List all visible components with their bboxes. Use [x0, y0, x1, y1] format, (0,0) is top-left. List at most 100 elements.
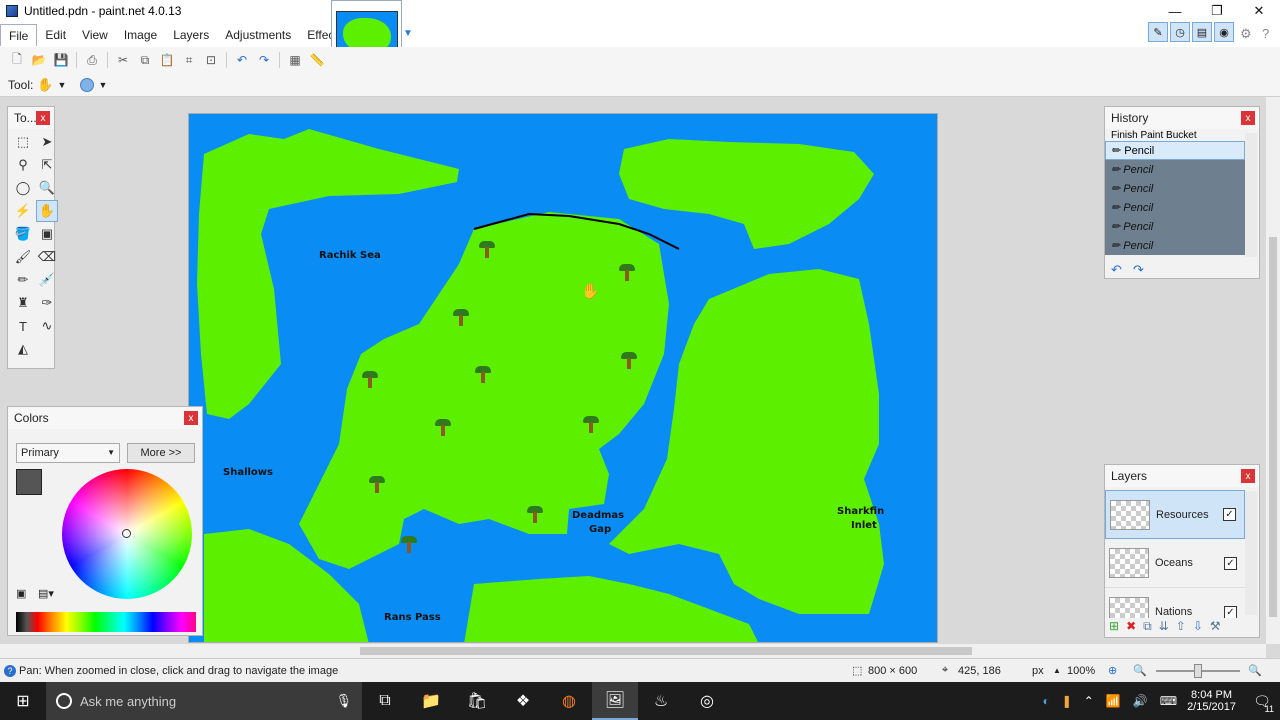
- duplicate-layer-icon[interactable]: ⧉: [1143, 619, 1152, 634]
- network-icon[interactable]: 📶: [1106, 694, 1121, 708]
- history-toggle-icon[interactable]: ◷: [1170, 22, 1190, 42]
- history-undo-icon[interactable]: ↶: [1111, 262, 1122, 278]
- paste-icon[interactable]: 📋: [158, 52, 176, 68]
- zoom-slider[interactable]: [1156, 664, 1240, 678]
- close-button[interactable]: ✕: [1238, 0, 1280, 22]
- delete-layer-icon[interactable]: ✖: [1126, 619, 1136, 634]
- vertical-scroll-thumb[interactable]: [1269, 237, 1277, 617]
- eraser-icon[interactable]: ⌫: [36, 246, 58, 268]
- clone-stamp-icon[interactable]: ♜: [12, 292, 34, 314]
- microphone-icon[interactable]: 🎙: [335, 693, 352, 709]
- move-selection-icon[interactable]: ⇱: [36, 154, 58, 176]
- paint-bucket-icon[interactable]: 🪣: [12, 223, 34, 245]
- firefox-icon[interactable]: ◍: [546, 682, 592, 720]
- primary-color-swatch[interactable]: [16, 469, 42, 495]
- primary-select[interactable]: Primary ▼: [16, 443, 120, 463]
- history-panel-close[interactable]: x: [1241, 111, 1255, 125]
- layer-visibility-checkbox[interactable]: ✓: [1224, 605, 1237, 618]
- layer-row[interactable]: Nations ✓: [1105, 588, 1245, 618]
- image-list-dropdown-icon[interactable]: ▼: [403, 28, 413, 39]
- rectangle-select-icon[interactable]: ⬚: [12, 131, 34, 153]
- windows-start-icon[interactable]: ⊞: [0, 682, 46, 720]
- color-wheel-cursor[interactable]: [122, 529, 131, 538]
- tool-dropdown-icon[interactable]: ▼: [58, 80, 67, 90]
- ruler-icon[interactable]: 📏: [308, 52, 326, 68]
- layers-panel-close[interactable]: x: [1241, 469, 1255, 483]
- clock[interactable]: 8:04 PM 2/15/2017: [1187, 689, 1236, 713]
- dropbox-icon[interactable]: ❖: [500, 682, 546, 720]
- crop-icon[interactable]: ⌗: [180, 52, 198, 68]
- print-icon[interactable]: ⎙: [83, 52, 101, 68]
- store-icon[interactable]: 🛍: [454, 682, 500, 720]
- cut-icon[interactable]: ✂: [114, 52, 132, 68]
- history-item[interactable]: ✏ Pencil: [1105, 141, 1245, 160]
- menu-layers[interactable]: Layers: [165, 24, 217, 46]
- units-dropdown-icon[interactable]: ▲: [1053, 666, 1061, 675]
- line-curve-icon[interactable]: ∿: [36, 315, 58, 337]
- layer-row[interactable]: Resources ✓: [1105, 490, 1245, 539]
- menu-view[interactable]: View: [74, 24, 116, 46]
- action-center-icon[interactable]: 🗨 11: [1244, 682, 1280, 720]
- text-icon[interactable]: T: [12, 315, 34, 337]
- sampling-icon[interactable]: [80, 77, 95, 92]
- show-hidden-icons[interactable]: ⌃: [1084, 694, 1094, 708]
- minimize-button[interactable]: —: [1154, 0, 1196, 22]
- colors-panel-close[interactable]: x: [184, 411, 198, 425]
- layer-properties-icon[interactable]: ⚒: [1210, 619, 1221, 634]
- gradient-icon[interactable]: ▣: [36, 223, 58, 245]
- layers-toggle-icon[interactable]: ▤: [1192, 22, 1212, 42]
- help-icon[interactable]: ?: [1262, 26, 1269, 41]
- new-icon[interactable]: 🗋: [8, 52, 26, 68]
- keyboard-icon[interactable]: ⌨: [1160, 694, 1177, 708]
- pencil-icon[interactable]: ✏: [12, 269, 34, 291]
- history-item[interactable]: ✏ Pencil: [1105, 236, 1245, 255]
- pan-tool-icon[interactable]: ✋: [36, 200, 58, 222]
- color-picker-icon[interactable]: 💉: [36, 269, 58, 291]
- history-item[interactable]: ✏ Pencil: [1105, 198, 1245, 217]
- restore-button[interactable]: ❐: [1196, 0, 1238, 22]
- zoom-icon[interactable]: 🔍: [36, 177, 58, 199]
- sampling-dropdown-icon[interactable]: ▼: [98, 80, 107, 90]
- task-view-icon[interactable]: ⧉: [362, 682, 408, 720]
- tools-panel-close[interactable]: x: [36, 111, 50, 125]
- volume-icon[interactable]: 🔊: [1133, 694, 1148, 708]
- more-colors-button[interactable]: More >>: [127, 443, 195, 463]
- color-palette[interactable]: [16, 612, 196, 632]
- history-item[interactable]: ✏ Pencil: [1105, 179, 1245, 198]
- horizontal-scroll-thumb[interactable]: [360, 647, 972, 655]
- history-redo-icon[interactable]: ↷: [1133, 262, 1144, 278]
- history-item[interactable]: Finish Paint Bucket: [1105, 129, 1245, 141]
- units-select[interactable]: px: [1032, 665, 1044, 677]
- zoom-out-icon[interactable]: 🔍: [1133, 664, 1147, 677]
- settings-icon[interactable]: ⚙: [1240, 26, 1252, 42]
- vertical-scrollbar[interactable]: [1266, 97, 1280, 644]
- copy-icon[interactable]: ⧉: [136, 52, 154, 68]
- history-scrollbar[interactable]: [1245, 133, 1257, 257]
- menu-edit[interactable]: Edit: [37, 24, 74, 46]
- move-layer-down-icon[interactable]: ⇩: [1193, 619, 1203, 634]
- lasso-icon[interactable]: ⚲: [12, 154, 34, 176]
- horizontal-scrollbar[interactable]: [0, 644, 1266, 658]
- merge-layer-icon[interactable]: ⇊: [1159, 619, 1169, 634]
- image-canvas[interactable]: Rachik Sea Shallows Deadmas Gap Sharkfin…: [188, 113, 938, 643]
- zoom-in-icon[interactable]: 🔍: [1248, 664, 1262, 677]
- move-selected-icon[interactable]: ➤: [36, 131, 58, 153]
- zoom-to-window-icon[interactable]: ⊕: [1108, 664, 1117, 677]
- menu-adjustments[interactable]: Adjustments: [217, 24, 299, 46]
- layer-visibility-checkbox[interactable]: ✓: [1223, 508, 1236, 521]
- deselect-icon[interactable]: ⊡: [202, 52, 220, 68]
- history-item[interactable]: ✏ Pencil: [1105, 217, 1245, 236]
- ellipse-select-icon[interactable]: ◯: [12, 177, 34, 199]
- color-wheel[interactable]: [62, 469, 192, 599]
- tray-app-icon[interactable]: ◐: [1042, 694, 1049, 708]
- add-layer-icon[interactable]: ⊞: [1109, 619, 1119, 634]
- menu-file[interactable]: File: [0, 24, 38, 46]
- tools-toggle-icon[interactable]: ✎: [1148, 22, 1168, 42]
- layers-scrollbar[interactable]: [1245, 491, 1257, 615]
- grid-icon[interactable]: ▦: [286, 52, 304, 68]
- open-icon[interactable]: 📂: [30, 52, 48, 68]
- paintnet-taskbar-icon[interactable]: 🖼: [592, 682, 638, 720]
- zoom-level[interactable]: 100%: [1067, 665, 1095, 677]
- move-layer-up-icon[interactable]: ⇧: [1176, 619, 1186, 634]
- menu-image[interactable]: Image: [116, 24, 165, 46]
